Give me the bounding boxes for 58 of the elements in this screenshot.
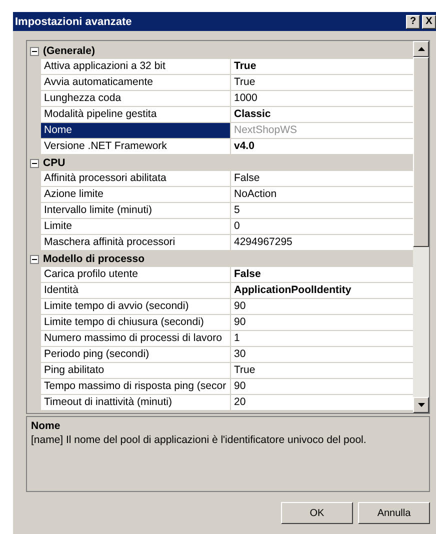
category-header[interactable]: (Generale) bbox=[41, 44, 95, 58]
cancel-button[interactable]: Annulla bbox=[358, 502, 430, 524]
property-value[interactable]: 20 bbox=[231, 395, 413, 411]
window-title: Impostazioni avanzate bbox=[15, 16, 133, 28]
category-header[interactable]: CPU bbox=[41, 156, 66, 170]
property-name[interactable]: Ping abilitato bbox=[41, 363, 231, 379]
property-name[interactable]: Periodo ping (secondi) bbox=[41, 347, 231, 363]
category-header[interactable]: Modello di processo bbox=[41, 252, 145, 266]
down-arrow-icon bbox=[418, 403, 424, 407]
property-value[interactable]: 1 bbox=[231, 331, 413, 347]
property-name[interactable]: Identità bbox=[41, 283, 231, 299]
property-value[interactable]: 90 bbox=[231, 315, 413, 331]
property-name[interactable]: Modalità pipeline gestita bbox=[41, 107, 231, 123]
property-value[interactable]: 0 bbox=[231, 219, 413, 235]
property-name[interactable]: Avvia automaticamente bbox=[41, 75, 231, 91]
property-name[interactable]: Affinità processori abilitata bbox=[41, 171, 231, 187]
help-button[interactable]: ? bbox=[406, 14, 420, 28]
property-name[interactable]: Limite tempo di chiusura (secondi) bbox=[41, 315, 231, 331]
collapse-icon[interactable] bbox=[30, 46, 38, 56]
property-name[interactable]: Nome bbox=[41, 123, 231, 139]
description-title: Nome bbox=[31, 420, 62, 432]
property-value[interactable]: 90 bbox=[231, 299, 413, 315]
property-value[interactable]: ApplicationPoolIdentity bbox=[231, 283, 413, 299]
property-name[interactable]: Maschera affinità processori bbox=[41, 235, 231, 251]
description-text: [name] Il nome del pool di applicazioni è l'identificatore univoco del pool. bbox=[31, 434, 368, 446]
property-value[interactable]: False bbox=[231, 171, 413, 187]
property-name[interactable]: Tempo massimo di risposta ping (secor bbox=[41, 379, 231, 395]
property-value[interactable]: 4294967295 bbox=[231, 235, 413, 251]
property-name[interactable]: Timeout di inattività (minuti) bbox=[41, 395, 231, 411]
property-name[interactable]: Limite tempo di avvio (secondi) bbox=[41, 299, 231, 315]
collapse-icon[interactable] bbox=[30, 254, 38, 264]
scroll-up-button[interactable] bbox=[413, 41, 429, 57]
up-arrow-icon bbox=[418, 47, 424, 51]
collapse-icon[interactable] bbox=[30, 158, 38, 168]
property-value[interactable]: True bbox=[231, 59, 413, 75]
property-name[interactable]: Lunghezza coda bbox=[41, 91, 231, 107]
property-name[interactable]: Versione .NET Framework bbox=[41, 139, 231, 155]
property-name[interactable]: Intervallo limite (minuti) bbox=[41, 203, 231, 219]
property-name[interactable]: Attiva applicazioni a 32 bit bbox=[41, 59, 231, 75]
close-button[interactable]: X bbox=[422, 14, 436, 28]
property-name[interactable]: Limite bbox=[41, 219, 231, 235]
property-value[interactable]: True bbox=[231, 75, 413, 91]
property-name[interactable]: Numero massimo di processi di lavoro bbox=[41, 331, 231, 347]
property-value[interactable]: NoAction bbox=[231, 187, 413, 203]
scroll-down-button[interactable] bbox=[413, 397, 429, 413]
scroll-thumb[interactable] bbox=[413, 57, 429, 247]
property-name[interactable]: Carica profilo utente bbox=[41, 267, 231, 283]
property-value[interactable]: Classic bbox=[231, 107, 413, 123]
ok-button[interactable]: OK bbox=[281, 502, 353, 524]
property-value[interactable]: 5 bbox=[231, 203, 413, 219]
property-value[interactable]: False bbox=[231, 267, 413, 283]
property-value[interactable]: 1000 bbox=[231, 91, 413, 107]
property-name[interactable]: Azione limite bbox=[41, 187, 231, 203]
property-value[interactable]: 90 bbox=[231, 379, 413, 395]
property-value[interactable]: 30 bbox=[231, 347, 413, 363]
scrollbar[interactable] bbox=[413, 41, 429, 413]
property-value[interactable]: True bbox=[231, 363, 413, 379]
property-value[interactable]: v4.0 bbox=[231, 139, 413, 155]
